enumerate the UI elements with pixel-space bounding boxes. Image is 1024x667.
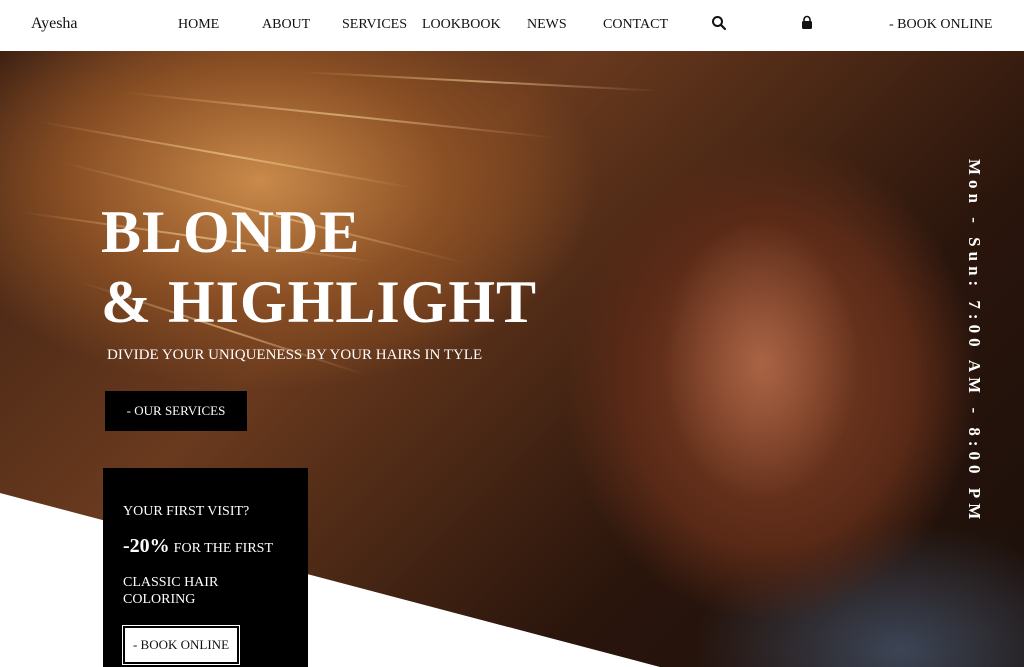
- promo-description: CLASSIC HAIR COLORING: [123, 575, 219, 607]
- hair-streak: [39, 121, 415, 189]
- promo-discount: -20% FOR THE FIRST: [123, 535, 273, 558]
- nav-about[interactable]: ABOUT: [262, 17, 310, 33]
- hero-title-line1: BLONDE: [101, 199, 361, 265]
- hair-streak: [119, 91, 558, 139]
- search-icon[interactable]: [711, 15, 729, 33]
- discount-suffix: FOR THE FIRST: [173, 541, 273, 556]
- hero-title: BLONDE & HIGHLIGHT: [101, 197, 537, 337]
- first-visit-promo: YOUR FIRST VISIT? -20% FOR THE FIRST CLA…: [103, 468, 308, 667]
- hero-title-line2: & HIGHLIGHT: [101, 269, 538, 335]
- site-header: Ayesha HOME ABOUT SERVICES LOOKBOOK NEWS…: [0, 0, 1024, 51]
- discount-percent: -20%: [123, 535, 170, 557]
- hero-subtitle: DIVIDE YOUR UNIQUENESS BY YOUR HAIRS IN …: [107, 347, 483, 363]
- brand-logo[interactable]: Ayesha: [31, 15, 78, 33]
- promo-question: YOUR FIRST VISIT?: [123, 504, 250, 519]
- promo-book-button[interactable]: - BOOK ONLINE: [123, 626, 239, 664]
- opening-hours: Mon - Sun: 7:00 AM - 8:00 PM: [965, 159, 984, 525]
- nav-contact[interactable]: CONTACT: [603, 17, 668, 33]
- hair-streak: [299, 71, 660, 92]
- nav-services[interactable]: SERVICES: [342, 17, 407, 33]
- shopping-bag-icon[interactable]: [799, 15, 817, 33]
- book-online-link[interactable]: - BOOK ONLINE: [889, 17, 992, 33]
- nav-lookbook[interactable]: LOOKBOOK: [422, 17, 501, 33]
- our-services-button[interactable]: - OUR SERVICES: [105, 391, 247, 431]
- nav-news[interactable]: NEWS: [527, 17, 567, 33]
- nav-home[interactable]: HOME: [178, 17, 219, 33]
